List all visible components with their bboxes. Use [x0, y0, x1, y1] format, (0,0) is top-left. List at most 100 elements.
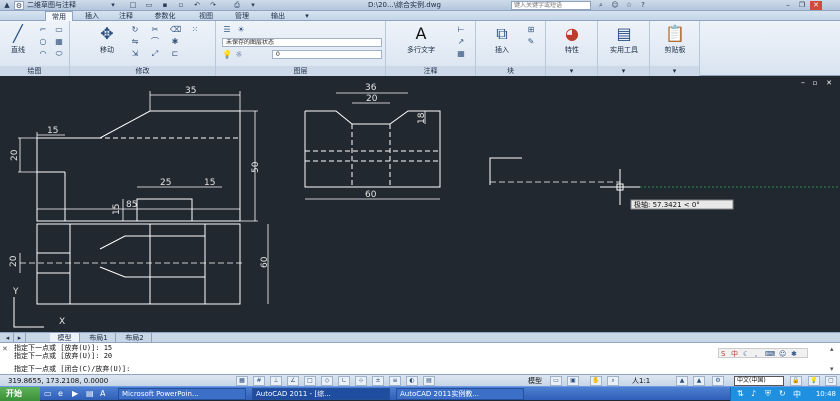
polyline-icon[interactable]: ⌐: [38, 25, 48, 34]
panel-annotation-label[interactable]: 注释: [386, 66, 475, 76]
array-icon[interactable]: ⁙: [190, 25, 200, 34]
quicklaunch-cad-icon[interactable]: A: [100, 389, 105, 398]
minimize-button[interactable]: –: [782, 1, 794, 10]
panel-utilities-expander[interactable]: ▾: [598, 66, 649, 76]
table-icon[interactable]: ▦: [456, 49, 466, 58]
help-icon[interactable]: ?: [638, 1, 648, 10]
clipboard-button[interactable]: 📋 剪贴板: [652, 25, 698, 55]
search-input[interactable]: 键入关键字或短语: [511, 1, 591, 10]
trim-icon[interactable]: ✂: [150, 25, 160, 34]
clock[interactable]: 10:48: [816, 387, 836, 401]
customize-icon[interactable]: ▾: [248, 1, 258, 10]
annotation-visibility-icon[interactable]: ▲: [676, 376, 688, 386]
tray-ime-icon[interactable]: 中: [793, 389, 801, 400]
star-icon[interactable]: ☆: [624, 1, 634, 10]
move-button[interactable]: ✥ 移动: [92, 25, 122, 55]
layer-on-icon[interactable]: ☀: [236, 25, 246, 34]
open-file-icon[interactable]: ▭: [144, 1, 154, 10]
create-block-icon[interactable]: ⊞: [526, 25, 536, 34]
drawing-viewport[interactable]: – ▫ ✕ 35 15 20 15 25 15 50 85 36 20 18 6…: [0, 77, 840, 332]
insert-block-button[interactable]: ⧉ 插入: [484, 25, 520, 55]
ortho-toggle[interactable]: ⊥: [270, 376, 282, 386]
auto-scale-icon[interactable]: ▲: [693, 376, 705, 386]
panel-layers-label[interactable]: 图层: [216, 66, 385, 76]
quick-view-drawings-icon[interactable]: ▣: [567, 376, 579, 386]
drawing-canvas[interactable]: 35 15 20 15 25 15 50 85 36 20 18 60 20 6…: [0, 77, 840, 332]
tab-insert[interactable]: 插入: [78, 11, 106, 21]
line-button[interactable]: ╱ 直线: [4, 25, 32, 55]
properties-button[interactable]: ◕ 特性: [550, 25, 594, 55]
pan-icon[interactable]: ✋: [590, 376, 602, 386]
dimension-icon[interactable]: ⊢: [456, 25, 466, 34]
panel-clipboard-expander[interactable]: ▾: [650, 66, 699, 76]
osnap-toggle[interactable]: □: [304, 376, 316, 386]
start-button[interactable]: 开始: [0, 387, 40, 401]
lineweight-toggle[interactable]: ≡: [389, 376, 401, 386]
tab-output[interactable]: 输出: [264, 11, 292, 21]
tab-home[interactable]: 常用: [45, 11, 73, 21]
panel-draw-label[interactable]: 绘图: [0, 66, 69, 76]
panel-block-label[interactable]: 块: [476, 66, 545, 76]
mtext-button[interactable]: A 多行文字: [396, 25, 446, 55]
undo-icon[interactable]: ↶: [192, 1, 202, 10]
workspace-switch-icon[interactable]: ⚙: [712, 376, 724, 386]
scale-icon[interactable]: ⤢: [150, 49, 160, 58]
tray-update-icon[interactable]: ↻: [779, 389, 786, 398]
quicklaunch-folder-icon[interactable]: ▤: [86, 389, 94, 398]
hatch-icon[interactable]: ▦: [54, 37, 64, 46]
ducs-toggle[interactable]: ⊹: [355, 376, 367, 386]
qp-toggle[interactable]: ▤: [423, 376, 435, 386]
sun-icon[interactable]: ☼: [234, 50, 244, 59]
lock-icon[interactable]: 🔒: [790, 376, 802, 386]
command-window[interactable]: ✕ 指定下一点或 [放弃(U)]: 15 指定下一点或 [放弃(U)]: 20 …: [0, 342, 840, 374]
restore-button[interactable]: ❐: [796, 1, 808, 10]
circle-icon[interactable]: ○: [38, 37, 48, 46]
tray-volume-icon[interactable]: ♪: [751, 389, 756, 398]
tab-manage[interactable]: 管理: [228, 11, 256, 21]
panel-properties-expander[interactable]: ▾: [546, 66, 597, 76]
tab-view[interactable]: 视图: [192, 11, 220, 21]
quicklaunch-ie-icon[interactable]: e: [58, 389, 63, 398]
snap-toggle[interactable]: ▦: [236, 376, 248, 386]
ellipse-icon[interactable]: ⬭: [54, 49, 64, 58]
isolate-objects-icon[interactable]: 💡: [808, 376, 820, 386]
tray-security-icon[interactable]: ⛨: [765, 389, 771, 399]
grid-toggle[interactable]: #: [253, 376, 265, 386]
command-prompt[interactable]: 指定下一点或 [闭合(C)/放弃(U)]:: [14, 365, 130, 373]
task-autocad-drawing[interactable]: AutoCAD 2011 - [综...: [252, 388, 390, 400]
fillet-icon[interactable]: ⌒: [150, 37, 160, 46]
ime-toolbar[interactable]: S 中 ☾ , ⌨ ☺ ✱: [718, 348, 808, 358]
new-file-icon[interactable]: □: [128, 1, 138, 10]
redo-icon[interactable]: ↷: [208, 1, 218, 10]
leader-icon[interactable]: ↗: [456, 37, 466, 46]
rectangle-icon[interactable]: ▭: [54, 25, 64, 34]
ime-language[interactable]: 中文(中国): [734, 376, 784, 386]
explode-icon[interactable]: ✱: [170, 37, 180, 46]
panel-modify-label[interactable]: 修改: [70, 66, 215, 76]
tab-parametric[interactable]: 参数化: [146, 11, 184, 21]
quick-view-layouts-icon[interactable]: ▭: [550, 376, 562, 386]
erase-icon[interactable]: ⌫: [170, 25, 181, 34]
workspace-dropdown[interactable]: 二维草图与注释: [27, 0, 76, 11]
close-button[interactable]: ✕: [810, 1, 822, 10]
zoom-icon[interactable]: ⌕: [607, 376, 619, 386]
otrack-toggle[interactable]: ∟: [338, 376, 350, 386]
stretch-icon[interactable]: ⇲: [130, 49, 140, 58]
workspace-gear-icon[interactable]: ⚙: [14, 1, 24, 10]
task-powerpoint[interactable]: Microsoft PowerPoin...: [118, 388, 246, 400]
quicklaunch-desktop-icon[interactable]: ▭: [44, 389, 52, 398]
arc-icon[interactable]: ◠: [38, 49, 48, 58]
dyn-toggle[interactable]: ±: [372, 376, 384, 386]
search-icon[interactable]: ⌕: [596, 1, 606, 10]
utilities-button[interactable]: ▤ 实用工具: [600, 25, 648, 55]
plot-icon[interactable]: ⎙: [232, 1, 242, 10]
clean-screen-icon[interactable]: ▢: [825, 376, 837, 386]
quicklaunch-media-icon[interactable]: ▶: [72, 389, 78, 398]
layer-properties-icon[interactable]: ☰: [222, 25, 232, 34]
command-scroll-down-icon[interactable]: ▾: [830, 365, 834, 373]
layer-dropdown[interactable]: 0: [272, 50, 382, 59]
polar-toggle[interactable]: ∠: [287, 376, 299, 386]
save-as-icon[interactable]: ▫: [176, 1, 186, 10]
offset-icon[interactable]: ⊏: [170, 49, 180, 58]
mirror-icon[interactable]: ⇋: [130, 37, 140, 46]
